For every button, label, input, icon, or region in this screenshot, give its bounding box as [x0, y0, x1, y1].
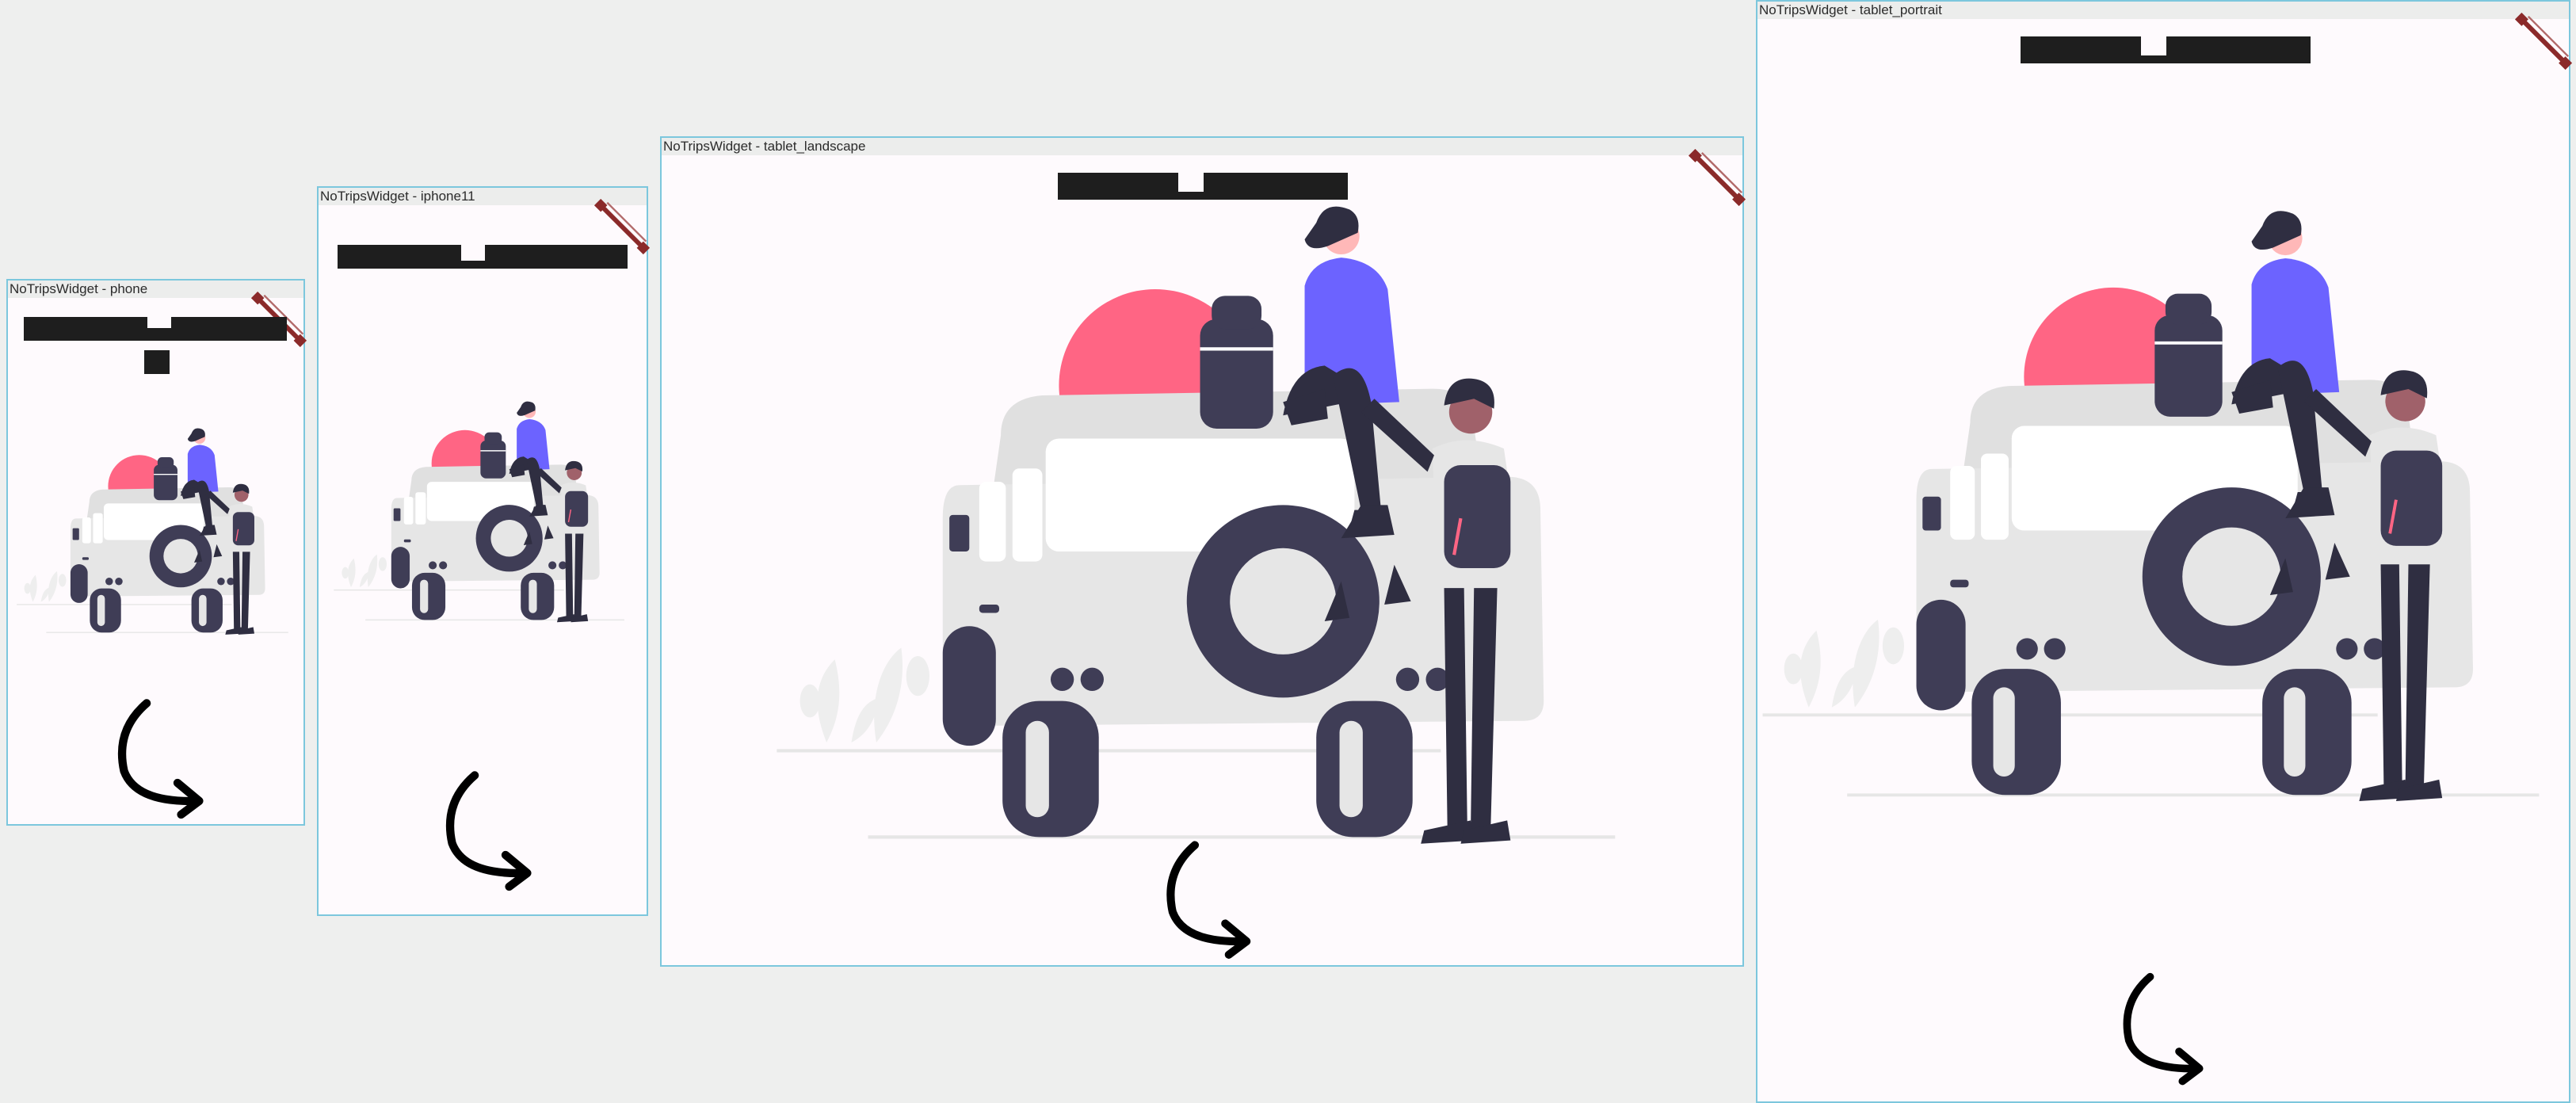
travel-car-illustration-icon	[1762, 208, 2563, 853]
frame-phone: NoTripsWidget - phone	[6, 279, 305, 826]
curved-arrow-icon[interactable]	[2116, 968, 2219, 1087]
frame-tablet-landscape: NoTripsWidget - tablet_landscape	[660, 136, 1744, 967]
frame-tablet-portrait: NoTripsWidget - tablet_portrait	[1756, 0, 2570, 1103]
curved-arrow-icon[interactable]	[109, 694, 220, 821]
frame-iphone11: NoTripsWidget - iphone11	[317, 186, 648, 916]
debug-banner-icon	[1689, 149, 1746, 206]
travel-car-illustration-icon	[777, 203, 1640, 900]
curved-arrow-icon[interactable]	[437, 766, 548, 893]
travel-car-illustration-icon	[16, 427, 297, 653]
travel-car-illustration-icon	[333, 400, 634, 642]
frame-label: NoTripsWidget - tablet_landscape	[662, 138, 1742, 155]
frame-label: NoTripsWidget - tablet_portrait	[1757, 2, 2569, 19]
curved-arrow-icon[interactable]	[1159, 835, 1266, 962]
debug-banner-icon	[2515, 13, 2572, 70]
